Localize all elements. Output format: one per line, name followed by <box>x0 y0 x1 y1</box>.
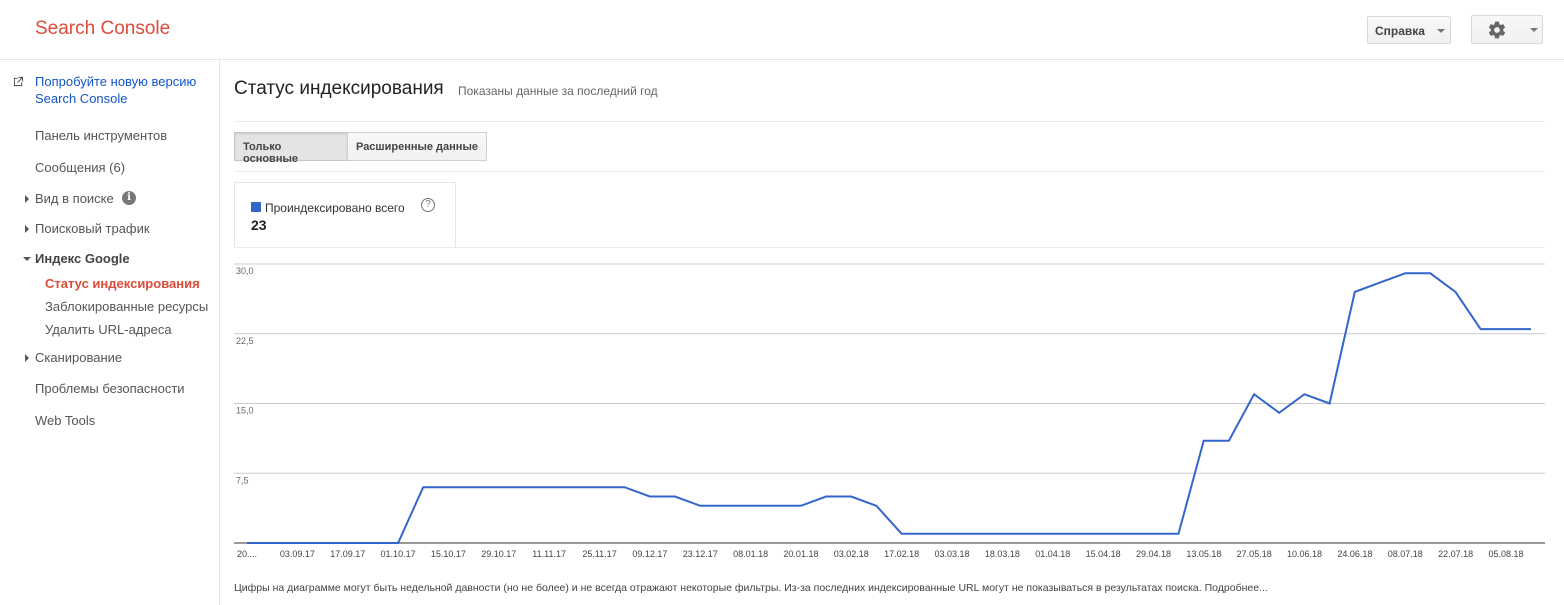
x-tick-label: 08.01.18 <box>733 549 768 559</box>
x-tick-label: 18.03.18 <box>985 549 1020 559</box>
chart-footnote: Цифры на диаграмме могут быть недельной … <box>234 582 1268 594</box>
x-tick-label: 25.11.17 <box>582 549 616 559</box>
x-tick-label: 01.10.17 <box>381 549 416 559</box>
x-tick-label: 09.12.17 <box>632 549 667 559</box>
series-line[interactable] <box>247 272 1531 544</box>
x-tick-label: 24.06.18 <box>1337 549 1372 559</box>
x-tick-label: 15.10.17 <box>431 549 466 559</box>
y-tick-label: 22,5 <box>236 336 254 346</box>
x-tick-label: 23.12.17 <box>683 549 718 559</box>
x-tick-label: 03.02.18 <box>834 549 869 559</box>
x-tick-label: 01.04.18 <box>1035 549 1070 559</box>
y-tick-label: 15,0 <box>236 406 254 416</box>
x-tick-label: 08.07.18 <box>1388 549 1423 559</box>
x-tick-label: 20.01.18 <box>783 549 818 559</box>
search-console-app: Search Console Справка Попробуйте новую … <box>0 0 1564 605</box>
x-tick-label: 13.05.18 <box>1186 549 1221 559</box>
x-tick-label: 10.06.18 <box>1287 549 1322 559</box>
x-tick-label: 15.04.18 <box>1086 549 1121 559</box>
x-tick-label: 22.07.18 <box>1438 549 1473 559</box>
index-status-chart: 30,0 22,5 15,0 7,5 20.... 03.09.17 17.09.17 01.… <box>234 263 1545 559</box>
y-tick-label: 7,5 <box>236 475 249 485</box>
x-tick-label: 17.09.17 <box>330 549 365 559</box>
x-tick-label: 17.02.18 <box>884 549 919 559</box>
x-tick-label: 29.10.17 <box>481 549 516 559</box>
x-tick-label: 03.03.18 <box>935 549 970 559</box>
x-tick-label: 05.08.18 <box>1488 549 1523 559</box>
x-tick-label: 03.09.17 <box>280 549 315 559</box>
x-tick-label: 29.04.18 <box>1136 549 1171 559</box>
x-tick-label: 27.05.18 <box>1237 549 1272 559</box>
x-tick-label: 20.... <box>237 549 257 559</box>
x-tick-label: 11.11.17 <box>532 549 566 559</box>
y-tick-label: 30,0 <box>236 266 254 276</box>
